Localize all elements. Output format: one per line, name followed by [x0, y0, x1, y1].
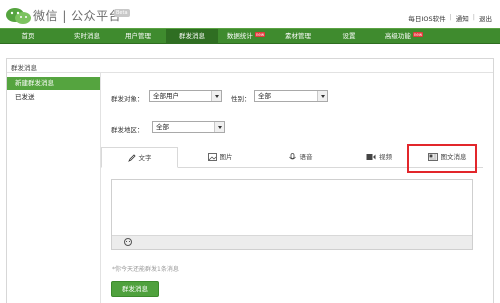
nav-material[interactable]: 素材管理 — [274, 29, 322, 44]
editor-toolbar — [112, 235, 472, 249]
nav-mass-message[interactable]: 群发消息 — [166, 29, 218, 44]
nav-settings[interactable]: 设置 — [330, 29, 368, 44]
top-links: 每日IOS软件 | 通知 | 退出 — [408, 13, 492, 23]
region-select[interactable]: 全部 — [152, 121, 225, 133]
nav-realtime-messages[interactable]: 实时消息 — [64, 29, 110, 44]
nav-statistics-label: 数据统计 — [226, 32, 253, 40]
nav-advanced[interactable]: 高级功能 new — [376, 29, 432, 44]
gender-select[interactable]: 全部 — [254, 90, 328, 102]
tab-text-label: 文字 — [138, 154, 152, 162]
chevron-down-icon — [317, 91, 327, 101]
section-title: 群发消息 — [11, 64, 37, 72]
target-select[interactable]: 全部用户 — [149, 90, 222, 102]
sidebar-item-new-mass-message[interactable]: 新建群发消息 — [7, 77, 100, 90]
nav-statistics[interactable]: 数据统计 new — [222, 29, 270, 44]
tab-image-label: 图片 — [219, 153, 233, 161]
target-select-value: 全部用户 — [153, 92, 179, 100]
nav-home[interactable]: 首页 — [9, 29, 47, 44]
divider — [100, 73, 101, 303]
top-header: 微信 | 公众平台 Beta 每日IOS软件 | 通知 | 退出 — [0, 0, 500, 31]
gender-select-value: 全部 — [258, 92, 271, 100]
send-mass-message-button[interactable]: 群发消息 — [111, 281, 159, 297]
tab-image[interactable]: 图片 — [185, 147, 255, 167]
logout-link[interactable]: 退出 — [479, 13, 492, 23]
divider: | — [472, 13, 475, 21]
beta-badge: Beta — [114, 9, 130, 17]
nav-advanced-label: 高级功能 — [384, 32, 411, 40]
emoji-icon[interactable] — [124, 238, 132, 246]
message-editor[interactable] — [111, 179, 473, 250]
divider: | — [449, 13, 452, 21]
tab-video[interactable]: 视频 — [344, 147, 414, 167]
remaining-quota-hint: *你今天还能群发1条消息 — [112, 266, 179, 273]
highlight-box — [407, 144, 477, 173]
gender-label: 性别： — [231, 95, 251, 103]
pencil-icon — [127, 154, 136, 162]
image-icon — [207, 153, 217, 161]
video-icon — [366, 154, 376, 160]
notification-link[interactable]: 通知 — [456, 13, 469, 23]
tab-voice[interactable]: 语音 — [264, 147, 336, 167]
new-badge: new — [254, 32, 266, 37]
target-label: 群发对象： — [111, 95, 144, 103]
divider — [7, 72, 493, 73]
microphone-icon — [288, 153, 296, 160]
tab-video-label: 视频 — [379, 153, 392, 161]
sidebar-item-sent[interactable]: 已发送 — [7, 91, 100, 104]
region-label: 群发地区： — [111, 126, 144, 134]
region-select-value: 全部 — [156, 123, 169, 131]
main-nav: 首页 实时消息 用户管理 群发消息 数据统计 new 素材管理 设置 高级功能 ne… — [0, 28, 500, 44]
tab-text[interactable]: 文字 — [101, 147, 178, 168]
tab-voice-label: 语音 — [299, 153, 313, 161]
wechat-logo-icon — [6, 8, 31, 24]
nav-user-management[interactable]: 用户管理 — [114, 29, 162, 44]
new-badge: new — [412, 32, 424, 37]
chevron-down-icon — [214, 122, 224, 132]
chevron-down-icon — [211, 91, 221, 101]
account-name-link[interactable]: 每日IOS软件 — [408, 13, 445, 23]
platform-title: 微信 | 公众平台 — [33, 9, 122, 23]
